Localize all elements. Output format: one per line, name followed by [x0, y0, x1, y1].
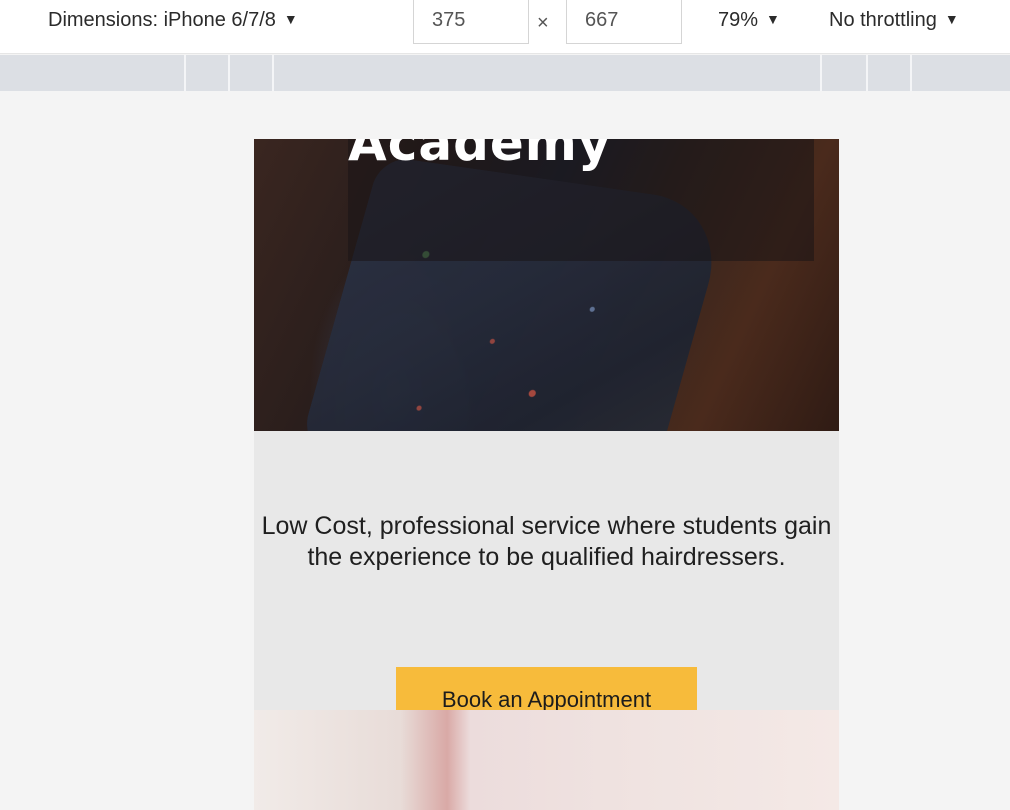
zoom-label: 79%	[718, 9, 759, 31]
next-section-image	[254, 710, 839, 810]
ruler-marker[interactable]	[228, 55, 230, 91]
width-input[interactable]: 375	[413, 0, 529, 44]
dimensions-select[interactable]: Dimensions: iPhone 6/7/8 ▼	[48, 6, 298, 35]
media-query-ruler[interactable]	[0, 55, 1010, 91]
ruler-marker[interactable]	[272, 55, 274, 91]
dimensions-label: Dimensions: iPhone 6/7/8	[48, 9, 276, 31]
ruler-marker[interactable]	[184, 55, 186, 91]
dropdown-caret-icon: ▼	[766, 11, 780, 27]
height-input[interactable]: 667	[566, 0, 682, 44]
times-icon: ×	[537, 12, 549, 34]
book-appointment-button[interactable]: Book an Appointment	[396, 667, 697, 715]
tagline-text: Low Cost, professional service where stu…	[261, 512, 832, 571]
ruler-marker[interactable]	[910, 55, 912, 91]
hero-title: Academy	[348, 139, 612, 172]
ruler-marker[interactable]	[866, 55, 868, 91]
dropdown-caret-icon: ▼	[283, 11, 298, 27]
throttling-select[interactable]: No throttling ▼	[829, 6, 959, 35]
throttling-label: No throttling	[829, 9, 937, 31]
zoom-select[interactable]: 79% ▼	[718, 6, 780, 35]
hero-image: Academy	[254, 139, 839, 431]
dropdown-caret-icon: ▼	[944, 11, 959, 27]
ruler-marker[interactable]	[820, 55, 822, 91]
devtools-toolbar: Dimensions: iPhone 6/7/8 ▼ 375 × 667 79% ▼…	[0, 0, 1010, 54]
device-viewport: Academy Low Cost, professional service w…	[254, 139, 839, 810]
